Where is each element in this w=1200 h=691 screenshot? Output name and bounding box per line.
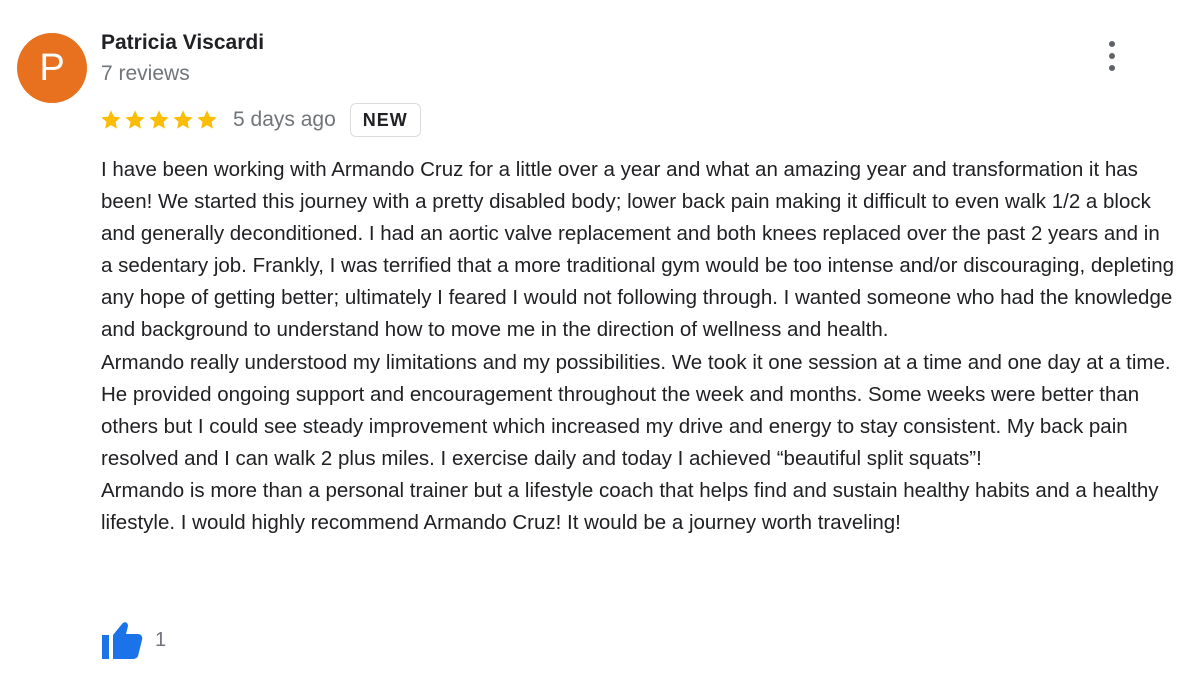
more-options-button[interactable] (1094, 36, 1130, 76)
review-date: 5 days ago (233, 108, 336, 131)
review-count: 7 reviews (101, 62, 190, 85)
star-icon (173, 110, 193, 129)
thumbs-up-hand (113, 622, 143, 659)
new-badge: NEW (349, 103, 421, 137)
more-vertical-icon (1109, 53, 1115, 59)
review-paragraph: I have been working with Armando Cruz fo… (101, 158, 1175, 342)
more-vertical-icon (1109, 41, 1115, 47)
thumbs-up-cuff (102, 635, 109, 659)
rating-row: 5 days ago NEW (100, 101, 421, 139)
star-icon (197, 110, 217, 129)
thumbs-up-icon[interactable] (101, 620, 143, 660)
star-icon (101, 110, 121, 129)
more-vertical-icon (1109, 65, 1115, 71)
review-text: I have been working with Armando Cruz fo… (101, 154, 1176, 539)
star-icon (149, 110, 169, 129)
star-rating (100, 109, 218, 131)
like-count: 1 (155, 628, 167, 651)
avatar[interactable]: P (17, 33, 87, 103)
like-row: 1 (101, 620, 166, 660)
review-paragraph: Armando is more than a personal trainer … (101, 478, 1159, 535)
reviewer-name[interactable]: Patricia Viscardi (101, 31, 264, 55)
star-icon (125, 110, 145, 129)
review-paragraph: Armando really understood my limitations… (101, 350, 1171, 470)
